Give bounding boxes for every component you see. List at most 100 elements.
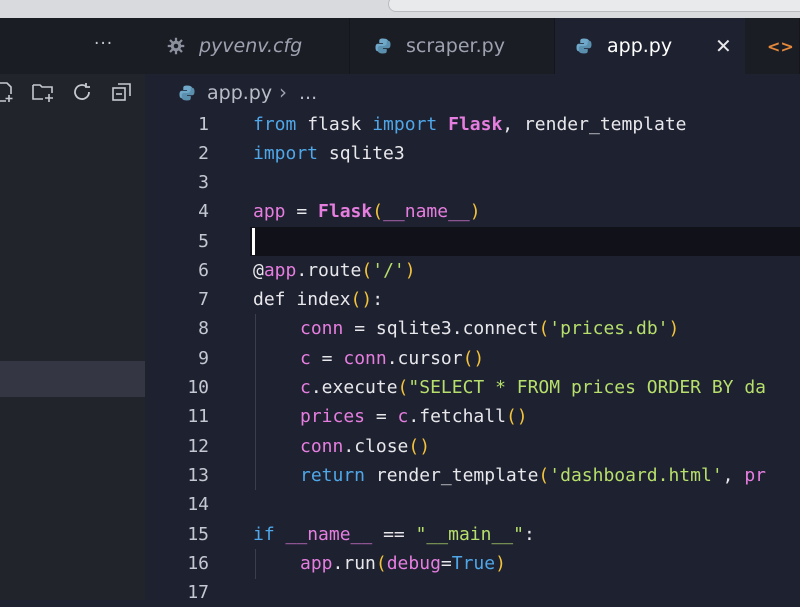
variable: app — [253, 201, 286, 222]
code-text: , — [722, 465, 745, 486]
variable: app — [300, 553, 333, 574]
variable: prices — [300, 406, 366, 427]
paren: ( — [375, 553, 387, 574]
code-text: .route — [296, 260, 362, 281]
class-name: Flask — [448, 114, 503, 135]
tab-scraper-py[interactable]: scraper.py — [350, 18, 555, 74]
paren: ) — [469, 201, 481, 222]
line-number: 14 — [187, 494, 209, 515]
paren: () — [350, 289, 373, 310]
code-text: , render_template — [502, 114, 687, 135]
line-number: 1 — [198, 114, 209, 135]
operator: = — [440, 553, 452, 574]
html-tag-icon: <> — [767, 36, 794, 56]
tab-pyvenv-cfg[interactable]: pyvenv.cfg — [145, 18, 350, 74]
paren: () — [462, 348, 485, 369]
line-number: 5 — [198, 231, 209, 252]
line-number: 6 — [198, 260, 209, 281]
code-line: import sqlite3 — [253, 139, 405, 168]
code-text: .cursor — [386, 348, 463, 369]
close-tab-icon[interactable]: ✕ — [715, 34, 732, 58]
paren: ( — [361, 260, 373, 281]
line-number: 10 — [187, 377, 209, 398]
decorator-at: @ — [253, 260, 264, 281]
variable: c — [300, 377, 311, 398]
code-line: c.execute("SELECT * FROM prices ORDER BY… — [300, 373, 766, 402]
string: '/' — [372, 260, 405, 281]
explorer-header: ··· — [0, 18, 145, 74]
code-text: .run — [332, 553, 376, 574]
python-icon — [576, 38, 592, 54]
keyword: from — [253, 114, 297, 135]
keyword: import — [372, 114, 438, 135]
variable: c — [397, 406, 409, 427]
variable: pr — [744, 465, 767, 486]
python-icon — [179, 85, 195, 101]
new-file-icon[interactable] — [0, 80, 16, 104]
paren: ( — [397, 377, 409, 398]
line-number: 3 — [198, 172, 209, 193]
text-cursor — [252, 228, 255, 255]
new-folder-icon[interactable] — [31, 80, 55, 104]
keyword: if — [253, 524, 275, 545]
code-line: @app.route('/') — [253, 256, 416, 285]
operator: = — [343, 318, 376, 339]
python-icon — [375, 38, 391, 54]
paren: () — [505, 406, 528, 427]
explorer-toolbar — [0, 80, 145, 110]
code-line: from flask import Flask, render_template — [253, 110, 687, 139]
explorer-sidebar: ··· — [0, 18, 145, 600]
operator: = — [285, 201, 319, 222]
variable: conn — [343, 348, 387, 369]
command-center-search[interactable] — [388, 0, 800, 12]
keyword: def — [253, 289, 286, 310]
variable: conn — [300, 318, 344, 339]
code-line: c = conn.cursor() — [300, 344, 484, 373]
string: "__main__" — [415, 524, 524, 545]
operator: = — [365, 406, 398, 427]
variable: app — [263, 260, 297, 281]
tab-label: app.py — [607, 35, 673, 57]
operator: == — [372, 524, 416, 545]
indent-guide — [255, 549, 256, 579]
current-line-highlight — [250, 227, 800, 256]
code-line: if __name__ == "__main__": — [253, 520, 535, 549]
selected-explorer-item[interactable] — [0, 361, 145, 397]
code-line: conn = sqlite3.connect('prices.db') — [300, 314, 679, 343]
code-text: sqlite3 — [318, 143, 405, 164]
code-editor[interactable]: 1 2 3 4 5 6 7 8 9 10 11 12 13 14 15 16 1… — [145, 110, 800, 603]
code-text: .close — [343, 436, 409, 457]
line-number: 4 — [198, 201, 209, 222]
builtin: True — [451, 553, 496, 574]
paren: ) — [668, 318, 680, 339]
editor-tab-bar: pyvenv.cfg scraper.py app.py ✕ <> — [145, 18, 800, 74]
indent-guide — [255, 314, 256, 490]
line-number: 15 — [187, 524, 209, 545]
refresh-icon[interactable] — [70, 80, 94, 104]
line-number: 2 — [198, 143, 209, 164]
breadcrumb-symbols[interactable]: ... — [299, 82, 317, 104]
line-number: 11 — [187, 406, 209, 427]
module-name: flask — [296, 114, 373, 135]
code-line: return render_template('dashboard.html',… — [300, 461, 766, 490]
line-number: 16 — [187, 553, 209, 574]
string: 'prices.db' — [549, 318, 669, 339]
operator: = — [310, 348, 344, 369]
collapse-all-icon[interactable] — [110, 80, 134, 104]
paren: ( — [372, 201, 384, 222]
paren: ( — [538, 318, 550, 339]
variable: debug — [386, 553, 441, 574]
variable: __name__ — [285, 524, 373, 545]
breadcrumb-file[interactable]: app.py — [207, 82, 272, 104]
paren: () — [408, 436, 431, 457]
tab-html-file[interactable]: <> — [745, 18, 800, 74]
string: 'dashboard.html' — [549, 465, 723, 486]
code-line: prices = c.fetchall() — [300, 402, 528, 431]
more-actions-button[interactable]: ··· — [94, 34, 113, 54]
breadcrumb: app.py › ... — [145, 74, 800, 114]
keyword: return — [300, 465, 366, 486]
line-number: 9 — [198, 348, 209, 369]
paren: ( — [538, 465, 550, 486]
